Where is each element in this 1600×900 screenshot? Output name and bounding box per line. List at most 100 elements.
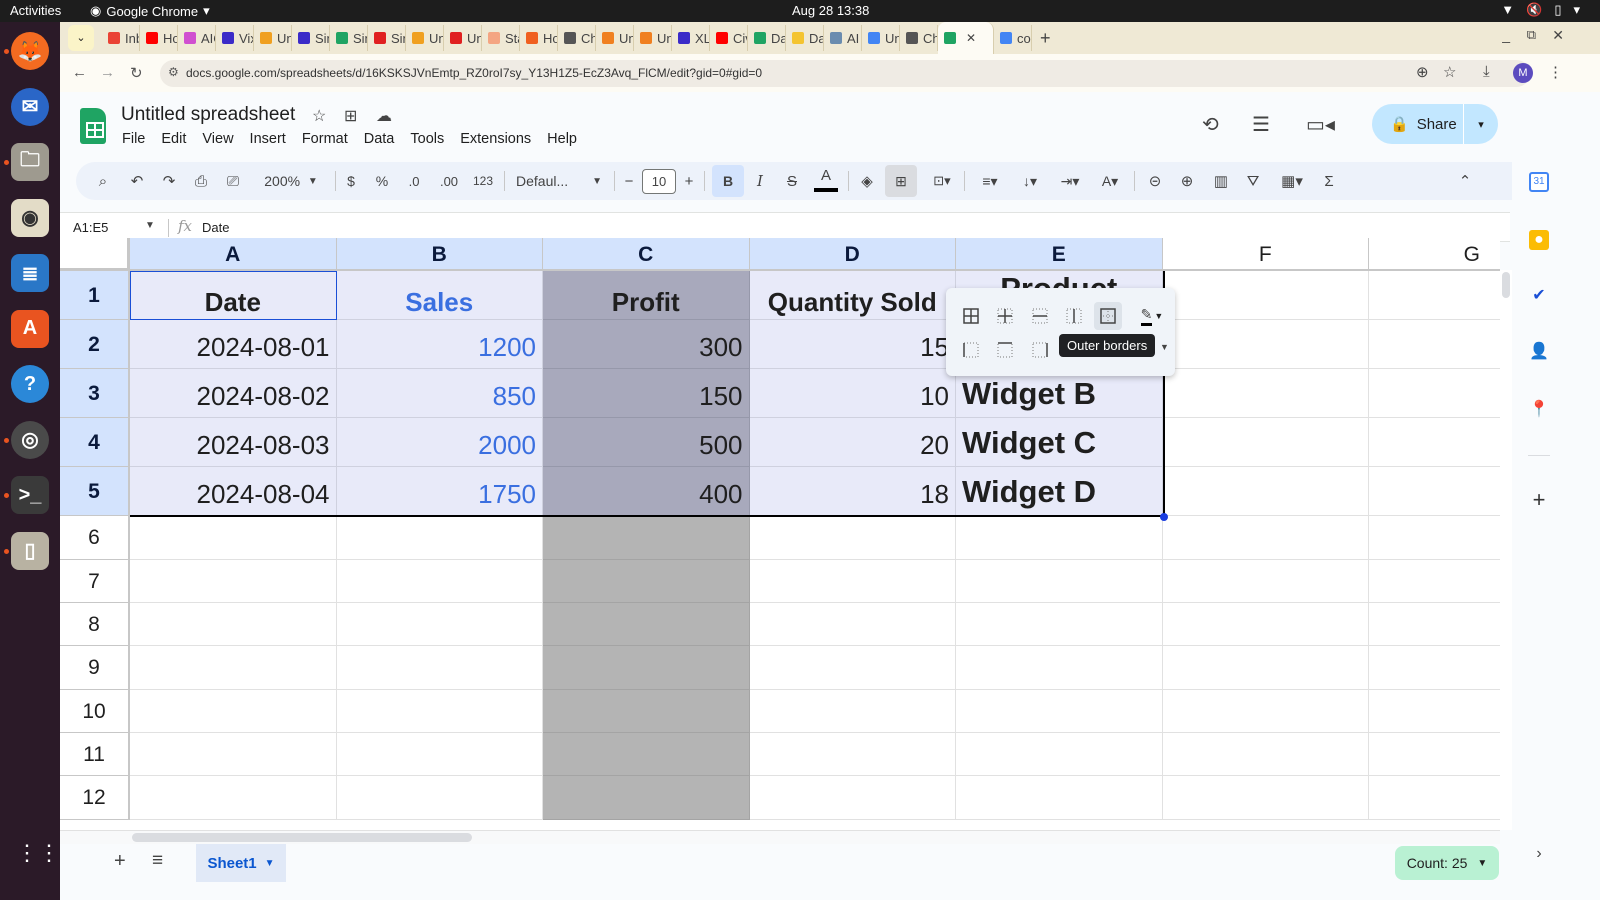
browser-tab[interactable]: AIC	[178, 25, 216, 51]
more-formats-button[interactable]: 123	[470, 162, 496, 200]
calendar-icon[interactable]: 31	[1529, 172, 1549, 192]
forward-button[interactable]: →	[100, 64, 115, 81]
cell-c10[interactable]	[543, 690, 750, 733]
insert-chart-icon[interactable]: ▥	[1210, 162, 1232, 200]
move-folder-icon[interactable]: ⊞	[344, 106, 357, 126]
url-bar[interactable]: ⚙ docs.google.com/spreadsheets/d/16KSKSJ…	[160, 60, 1530, 87]
site-settings-icon[interactable]: ⚙	[168, 65, 179, 79]
restore-button[interactable]: ⧉	[1527, 27, 1536, 43]
profile-avatar[interactable]: M	[1513, 63, 1533, 83]
cell-b10[interactable]	[336, 690, 543, 733]
cell-d11[interactable]	[749, 733, 956, 776]
horizontal-borders-option[interactable]	[1026, 302, 1054, 330]
close-window-button[interactable]: ✕	[1552, 27, 1564, 44]
cell-a12[interactable]	[130, 776, 337, 820]
vertical-scrollbar[interactable]	[1500, 270, 1512, 830]
cell-g5[interactable]	[1369, 467, 1500, 516]
cell-c3[interactable]: 150	[543, 369, 750, 418]
browser-tab[interactable]: Un	[254, 25, 292, 51]
browser-tab[interactable]: Sin	[292, 25, 330, 51]
browser-tab[interactable]: Un	[444, 25, 482, 51]
cell-a6[interactable]	[130, 516, 337, 560]
dock-thunderbird-icon[interactable]: ✉	[11, 87, 49, 126]
functions-icon[interactable]: Σ	[1318, 162, 1340, 200]
cell-b2[interactable]: 1200	[336, 320, 543, 369]
summary-count-button[interactable]: Count: 25 ▼	[1395, 846, 1499, 880]
menu-insert[interactable]: Insert	[250, 131, 286, 147]
tasks-icon[interactable]: ✔	[1529, 286, 1549, 306]
bold-button[interactable]: B	[712, 165, 744, 197]
cell-e7[interactable]	[956, 560, 1163, 603]
browser-tab[interactable]: Inb	[102, 25, 140, 51]
menu-file[interactable]: File	[122, 131, 145, 147]
cell-c11[interactable]	[543, 733, 750, 776]
column-header-g[interactable]: G	[1369, 238, 1500, 271]
browser-tab[interactable]: Sin	[330, 25, 368, 51]
browser-tab[interactable]: AI	[824, 25, 862, 51]
menu-extensions[interactable]: Extensions	[460, 131, 531, 147]
dock-files-icon[interactable]: 🗀	[11, 143, 49, 181]
cell-f8[interactable]	[1162, 603, 1369, 646]
print-icon[interactable]: ⎙	[190, 162, 212, 200]
browser-tab[interactable]: Sta	[482, 25, 520, 51]
download-icon[interactable]: ⤓	[1483, 63, 1490, 80]
cell-f4[interactable]	[1162, 418, 1369, 467]
column-header-d[interactable]: D	[749, 238, 956, 271]
cell-a7[interactable]	[130, 560, 337, 603]
contacts-icon[interactable]: 👤	[1529, 342, 1549, 362]
meet-icon[interactable]: ▭◂	[1306, 112, 1335, 137]
cell-c6[interactable]	[543, 516, 750, 560]
cell-a11[interactable]	[130, 733, 337, 776]
cell-f12[interactable]	[1162, 776, 1369, 820]
text-wrapping-button[interactable]: ⇥▾	[1052, 162, 1088, 200]
browser-tab[interactable]: Ho	[520, 25, 558, 51]
column-header-e[interactable]: E	[956, 238, 1163, 271]
vertical-scroll-thumb[interactable]	[1502, 272, 1510, 298]
cell-c2[interactable]: 300	[543, 320, 750, 369]
cell-f6[interactable]	[1162, 516, 1369, 560]
browser-tab[interactable]: Cha	[558, 25, 596, 51]
browser-tab[interactable]: Dai	[786, 25, 824, 51]
chrome-menu-icon[interactable]: ⋮	[1548, 63, 1563, 81]
cell-b7[interactable]	[336, 560, 543, 603]
insert-link-icon[interactable]: ⊝	[1144, 162, 1166, 200]
cell-e3[interactable]: Widget B	[956, 369, 1163, 418]
cell-a2[interactable]: 2024-08-01	[130, 320, 337, 369]
cloud-status-icon[interactable]: ☁	[376, 106, 392, 126]
column-header-b[interactable]: B	[336, 238, 543, 271]
all-sheets-button[interactable]: ≡	[152, 850, 163, 872]
cell-b3[interactable]: 850	[336, 369, 543, 418]
vertical-borders-option[interactable]	[1060, 302, 1088, 330]
menu-tools[interactable]: Tools	[410, 131, 444, 147]
merge-cells-button[interactable]: ⊡▾	[924, 162, 960, 200]
browser-tab[interactable]: Dai	[748, 25, 786, 51]
cell-a4[interactable]: 2024-08-03	[130, 418, 337, 467]
cell-c4[interactable]: 500	[543, 418, 750, 467]
cell-g3[interactable]	[1369, 369, 1500, 418]
vertical-align-button[interactable]: ↓▾	[1012, 162, 1048, 200]
browser-tab[interactable]: Vix	[216, 25, 254, 51]
horizontal-align-button[interactable]: ≡▾	[972, 162, 1008, 200]
cell-d5[interactable]: 18	[749, 467, 956, 516]
outer-borders-option[interactable]	[1094, 302, 1122, 330]
italic-button[interactable]: I	[750, 162, 770, 200]
tab-search-button[interactable]: ⌄	[68, 25, 94, 51]
dock-firefox-icon[interactable]: 🦊	[11, 32, 49, 70]
sheets-logo[interactable]	[80, 108, 106, 144]
share-dropdown-button[interactable]: ▾	[1464, 118, 1498, 131]
cell-d2[interactable]: 15	[749, 320, 956, 369]
row-header[interactable]: 4	[60, 418, 130, 467]
cell-e11[interactable]	[956, 733, 1163, 776]
dock-rhythmbox-icon[interactable]: ◉	[11, 198, 49, 237]
browser-tab[interactable]: Un	[406, 25, 444, 51]
cell-a3[interactable]: 2024-08-02	[130, 369, 337, 418]
inner-borders-option[interactable]	[991, 302, 1019, 330]
menu-format[interactable]: Format	[302, 131, 348, 147]
close-tab-icon[interactable]: ✕	[966, 31, 976, 45]
cell-g9[interactable]	[1369, 646, 1500, 690]
text-color-button[interactable]: A	[814, 162, 838, 192]
select-all-corner[interactable]	[60, 238, 130, 271]
column-header-f[interactable]: F	[1162, 238, 1369, 271]
dock-chrome-icon[interactable]: ◎	[11, 420, 49, 459]
right-border-option[interactable]	[1026, 336, 1054, 364]
